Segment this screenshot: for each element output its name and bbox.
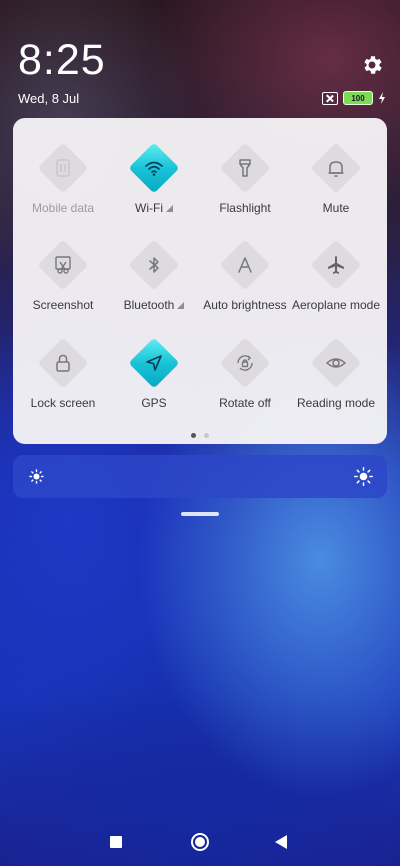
mobile-data-icon: [56, 159, 70, 177]
tile-bluetooth[interactable]: Bluetooth: [108, 239, 200, 312]
tile-label-text: Mobile data: [31, 201, 95, 215]
signal-triangle-icon: [177, 302, 185, 309]
status-icons: 100: [322, 91, 386, 105]
tile-label: Aeroplane mode: [290, 298, 382, 312]
location-arrow-icon: [146, 355, 162, 371]
eye-icon: [325, 358, 347, 368]
tile-screenshot[interactable]: Screenshot: [17, 239, 109, 312]
tile-mute[interactable]: Mute: [290, 142, 382, 215]
tile-lock-screen-button[interactable]: [37, 337, 89, 389]
sim-x-icon: [322, 91, 338, 105]
tile-auto-brightness[interactable]: Auto brightness: [199, 239, 291, 312]
tile-lock-screen[interactable]: Lock screen: [17, 337, 109, 410]
signal-triangle-icon: [165, 205, 173, 212]
tile-label: Lock screen: [17, 396, 109, 410]
tile-label: Mobile data: [17, 201, 109, 215]
auto-brightness-icon: [238, 257, 252, 273]
brightness-high-icon: [354, 467, 373, 486]
settings-gear-icon[interactable]: [360, 53, 384, 77]
brightness-slider[interactable]: [13, 455, 387, 498]
bell-icon: [328, 161, 344, 177]
recent-apps-icon[interactable]: [110, 836, 122, 848]
tile-label-text: Flashlight: [219, 201, 271, 215]
scissors-icon: [55, 256, 71, 274]
tile-label-text: Reading mode: [296, 396, 376, 410]
tile-label-text: Lock screen: [30, 396, 96, 410]
flashlight-icon: [239, 159, 251, 177]
tile-label: Reading mode: [290, 396, 382, 410]
tile-label-text: GPS: [141, 396, 167, 410]
charging-icon: [379, 92, 385, 104]
page-indicator: [13, 433, 387, 438]
battery-icon: 100: [343, 91, 373, 105]
tile-label: Bluetooth: [108, 298, 200, 312]
date[interactable]: Wed, 8 Jul: [18, 91, 79, 106]
back-icon[interactable]: [275, 835, 287, 849]
tile-aeroplane-mode[interactable]: Aeroplane mode: [290, 239, 382, 312]
navigation-bar: [0, 826, 400, 858]
tile-reading-mode[interactable]: Reading mode: [290, 337, 382, 410]
page-dot-1[interactable]: [191, 433, 196, 438]
tile-mute-button[interactable]: [310, 142, 362, 194]
lock-icon: [56, 354, 70, 372]
tile-label: Mute: [290, 201, 382, 215]
tile-mobile-data-button[interactable]: [37, 142, 89, 194]
panel-drag-handle[interactable]: [181, 512, 219, 516]
tile-label: Flashlight: [199, 201, 291, 215]
tile-label: Screenshot: [17, 298, 109, 312]
tile-bluetooth-button[interactable]: [128, 239, 180, 291]
tile-label: Wi-Fi: [108, 201, 200, 215]
wifi-icon: [145, 161, 163, 176]
tile-label: Auto brightness: [199, 298, 291, 312]
tile-label-text: Wi-Fi: [135, 201, 163, 215]
tile-mobile-data[interactable]: Mobile data: [17, 142, 109, 215]
tile-label-text: Bluetooth: [123, 298, 175, 312]
tile-wi-fi-button[interactable]: [128, 142, 180, 194]
page-dot-2[interactable]: [204, 433, 209, 438]
tile-rotate-off[interactable]: Rotate off: [199, 337, 291, 410]
tile-label-text: Aeroplane mode: [291, 298, 381, 312]
bluetooth-icon: [149, 257, 159, 273]
tile-label: GPS: [108, 396, 200, 410]
tile-rotate-off-button[interactable]: [219, 337, 271, 389]
tile-reading-mode-button[interactable]: [310, 337, 362, 389]
battery-level: 100: [351, 93, 365, 103]
tile-label-text: Screenshot: [32, 298, 94, 312]
rotate-lock-icon: [237, 355, 253, 371]
tile-label: Rotate off: [199, 396, 291, 410]
tile-auto-brightness-button[interactable]: [219, 239, 271, 291]
tile-flashlight[interactable]: Flashlight: [199, 142, 291, 215]
clock[interactable]: 8:25: [18, 36, 106, 85]
brightness-low-icon: [29, 469, 44, 484]
home-icon[interactable]: [191, 833, 209, 851]
quick-settings-panel: Mobile data Wi-Fi Flashlight Mute Screenshot…: [13, 118, 387, 444]
tile-gps[interactable]: GPS: [108, 337, 200, 410]
tile-label-text: Rotate off: [219, 396, 271, 410]
tile-screenshot-button[interactable]: [37, 239, 89, 291]
tile-label-text: Auto brightness: [203, 298, 287, 312]
tile-wi-fi[interactable]: Wi-Fi: [108, 142, 200, 215]
tile-gps-button[interactable]: [128, 337, 180, 389]
tile-label-text: Mute: [322, 201, 350, 215]
airplane-icon: [328, 256, 344, 274]
tile-aeroplane-mode-button[interactable]: [310, 239, 362, 291]
tile-flashlight-button[interactable]: [219, 142, 271, 194]
